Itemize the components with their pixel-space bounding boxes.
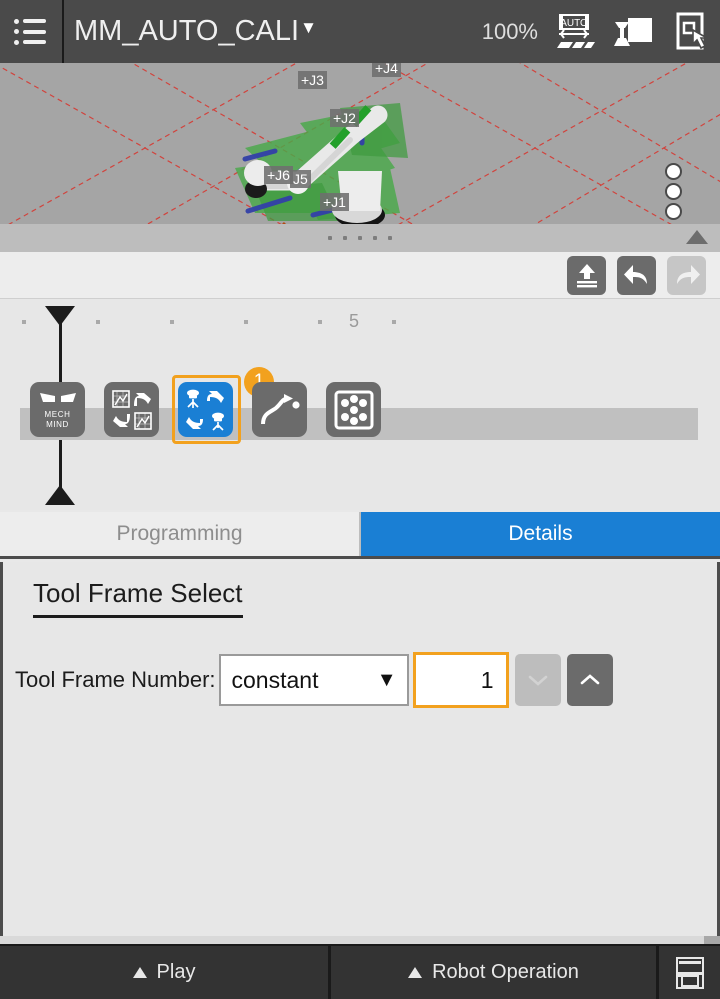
node-mech-mind-label-2: MIND — [38, 420, 78, 429]
tab-details-label: Details — [508, 522, 572, 546]
splitter-grip-dots — [328, 236, 392, 240]
tab-details[interactable]: Details — [361, 512, 720, 556]
robot-operation-label: Robot Operation — [432, 961, 579, 984]
list-menu-icon — [14, 19, 48, 45]
playhead-bottom-marker[interactable] — [45, 485, 75, 505]
tab-programming[interactable]: Programming — [0, 512, 361, 556]
horizontal-scrollbar[interactable] — [0, 936, 720, 944]
tool-frame-type-value: constant — [232, 667, 319, 694]
top-bar: MM_AUTO_CALI ▼ 100% AUTO — [0, 0, 720, 63]
vision-move-icon — [112, 390, 152, 430]
page-title: MM_AUTO_CALI — [74, 15, 299, 48]
tool-frame-number-input[interactable]: 1 — [413, 652, 509, 708]
auto-speed-icon[interactable]: AUTO — [552, 10, 596, 54]
undo-arrow-icon — [623, 262, 651, 288]
node-pattern-grid[interactable] — [326, 382, 381, 437]
bottom-bar: Play Robot Operation — [0, 944, 720, 999]
robot-model — [0, 63, 720, 224]
tab-programming-label: Programming — [116, 522, 242, 546]
joint-label-j4: +J4 — [372, 63, 401, 77]
upload-arrow-icon — [574, 262, 600, 288]
robot-operation-button[interactable]: Robot Operation — [331, 946, 659, 999]
details-panel: Tool Frame Select Tool Frame Number: con… — [0, 562, 720, 940]
spin-down-button — [515, 654, 561, 706]
robot-3d-viewport[interactable]: +J4 +J3 +J2 +J6 J5 +J1 — [0, 63, 720, 224]
speed-percent: 100% — [482, 19, 538, 45]
undo-button[interactable] — [617, 256, 656, 295]
main-menu-button[interactable] — [0, 0, 62, 63]
timeline-ruler: 5 — [0, 299, 720, 339]
detail-tabs: Programming Details — [0, 512, 720, 559]
tool-frame-type-select[interactable]: constant ▼ — [219, 654, 409, 706]
chevron-up-icon — [580, 674, 600, 686]
tool-frame-number-value: 1 — [481, 667, 494, 694]
joint-label-j1: +J1 — [320, 193, 349, 211]
viewport-splitter-handle[interactable] — [0, 224, 720, 252]
joint-label-j2: +J2 — [330, 109, 359, 127]
play-button[interactable]: Play — [0, 946, 331, 999]
window-layout-icon — [675, 956, 705, 990]
path-move-icon — [260, 393, 300, 427]
tool-frame-number-row: Tool Frame Number: constant ▼ 1 — [15, 652, 717, 708]
panel-title: Tool Frame Select — [33, 578, 243, 618]
node-path-move[interactable] — [252, 382, 307, 437]
touch-teach-icon[interactable] — [668, 10, 712, 54]
joint-label-j3: +J3 — [298, 71, 327, 89]
node-mech-mind-label-1: MECH — [38, 410, 78, 419]
chevron-down-icon[interactable]: ▼ — [300, 19, 317, 36]
application-window: MM_AUTO_CALI ▼ 100% AUTO — [0, 0, 720, 999]
chevron-down-icon — [528, 674, 548, 686]
up-triangle-icon — [408, 967, 422, 978]
tool-workpiece-icon[interactable] — [610, 10, 654, 54]
topbar-status-group: 100% AUTO — [482, 10, 720, 54]
redo-arrow-icon — [673, 262, 701, 288]
mech-mind-logo-icon: MECH MIND — [38, 390, 78, 428]
ruler-number: 5 — [349, 311, 359, 332]
collapse-up-triangle-icon[interactable] — [686, 230, 708, 244]
upload-button[interactable] — [567, 256, 606, 295]
node-mech-mind[interactable]: MECH MIND — [30, 382, 85, 437]
three-dots-vertical-icon[interactable] — [665, 163, 682, 220]
up-triangle-icon — [133, 967, 147, 978]
program-selector[interactable]: MM_AUTO_CALI ▼ — [64, 15, 482, 48]
play-button-label: Play — [157, 961, 196, 984]
chevron-down-icon: ▼ — [377, 670, 397, 690]
tool-frame-select-icon — [184, 388, 228, 432]
node-tool-frame-select[interactable] — [178, 382, 233, 437]
edit-toolbar — [0, 252, 720, 299]
grid-pattern-icon — [333, 389, 375, 431]
joint-label-j6: +J6 — [264, 166, 293, 184]
joint-label-j5: J5 — [290, 170, 311, 188]
tool-frame-number-label: Tool Frame Number: — [15, 667, 216, 693]
window-layout-button[interactable] — [659, 946, 720, 999]
spin-up-button[interactable] — [567, 654, 613, 706]
redo-button — [667, 256, 706, 295]
node-vision-move[interactable] — [104, 382, 159, 437]
svg-text:AUTO: AUTO — [560, 18, 588, 29]
